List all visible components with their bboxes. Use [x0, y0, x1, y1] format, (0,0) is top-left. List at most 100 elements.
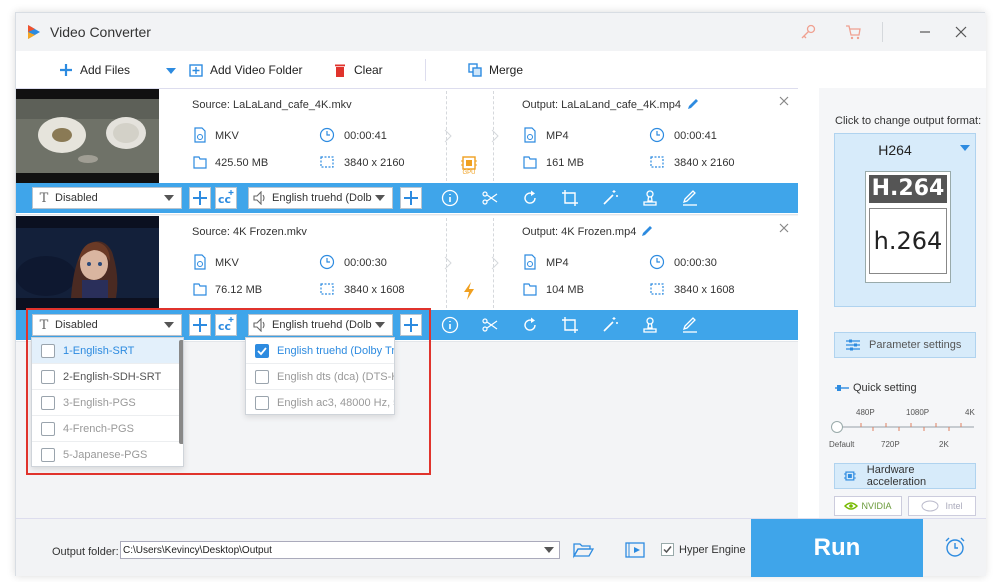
subtitle-edit-icon[interactable]: [681, 189, 699, 207]
resolution-icon: [650, 156, 664, 168]
output-folder-input[interactable]: [120, 541, 560, 559]
output-size: 161 MB: [546, 157, 584, 169]
resolution-icon: [320, 283, 334, 295]
minimize-icon[interactable]: [916, 23, 934, 41]
plus-icon: [193, 191, 207, 205]
format-icon: [194, 127, 206, 143]
output-resolution: 3840 x 2160: [674, 157, 735, 169]
filesize-icon: [193, 283, 207, 296]
arrow-icon: [491, 256, 499, 270]
quick-setting-text: Quick setting: [853, 382, 917, 394]
cafe-thumbnail-image: [16, 89, 159, 183]
plus-icon: [60, 64, 72, 76]
closed-caption-button[interactable]: cc: [215, 187, 237, 209]
add-video-folder-button[interactable]: Add Video Folder: [188, 62, 303, 78]
arrow-icon: [444, 256, 452, 270]
scissors-icon[interactable]: [481, 316, 499, 334]
effects-wand-icon[interactable]: [601, 189, 619, 207]
filesize-icon: [523, 156, 537, 169]
hardware-acceleration-button[interactable]: Hardware acceleration: [834, 463, 976, 489]
output-format: MP4: [546, 130, 569, 142]
subtitle-edit-icon[interactable]: [681, 316, 699, 334]
nvidia-logo-icon: [844, 502, 859, 510]
source-format: MKV: [215, 257, 239, 269]
run-button[interactable]: Run: [751, 519, 923, 577]
rotate-icon[interactable]: [521, 316, 539, 334]
hyper-engine-toggle[interactable]: Hyper Engine: [661, 543, 746, 556]
nvidia-label: NVIDIA: [861, 501, 892, 511]
hyper-engine-label: Hyper Engine: [679, 543, 746, 556]
clear-button[interactable]: Clear: [332, 62, 383, 78]
source-duration: 00:00:30: [344, 257, 387, 269]
chevron-down-icon: [164, 195, 174, 201]
slider-label-bottom: 720P: [881, 440, 900, 449]
hyper-engine-checkbox[interactable]: [661, 543, 674, 556]
format-icon: [194, 254, 206, 270]
parameter-settings-button[interactable]: Parameter settings: [834, 332, 976, 358]
output-format-title: Click to change output format:: [835, 115, 982, 127]
edit-pencil-icon[interactable]: [686, 97, 700, 111]
source-filename: Source: 4K Frozen.mkv: [192, 226, 307, 238]
slider-label-bottom: 2K: [939, 440, 949, 449]
frozen-thumbnail-image: [16, 216, 159, 310]
add-subtitle-button[interactable]: [189, 187, 211, 209]
source-format: MKV: [215, 130, 239, 142]
item-control-bar: T Disabled cc English truehd (Dolb: [16, 183, 798, 213]
info-icon[interactable]: [441, 316, 459, 334]
close-icon[interactable]: [952, 23, 970, 41]
output-folder-dropdown-icon[interactable]: [540, 542, 558, 558]
remove-item-icon[interactable]: [778, 95, 790, 107]
quality-slider-thumb[interactable]: [831, 421, 843, 433]
output-format: MP4: [546, 257, 569, 269]
output-size: 104 MB: [546, 284, 584, 296]
toolbar-separator: [425, 59, 426, 81]
chevron-down-icon: [375, 195, 385, 201]
edit-pencil-icon[interactable]: [640, 224, 654, 238]
slider-label-top: 4K: [965, 408, 975, 417]
hardware-acceleration-label: Hardware acceleration: [866, 464, 927, 488]
video-thumbnail[interactable]: [16, 89, 159, 183]
nvidia-button[interactable]: NVIDIA: [834, 496, 902, 516]
gpu-label: GPU: [462, 170, 476, 176]
source-size: 76.12 MB: [215, 284, 263, 296]
intel-logo-icon: [921, 500, 939, 512]
key-icon[interactable]: [799, 23, 817, 41]
media-library-icon[interactable]: [624, 541, 646, 559]
arrow-icon: [444, 129, 452, 143]
output-resolution: 3840 x 1608: [674, 284, 735, 296]
intel-button[interactable]: Intel: [908, 496, 976, 516]
arrow-icon: [491, 129, 499, 143]
intel-label: Intel: [945, 501, 963, 511]
quick-setting-label: Quick setting: [835, 382, 917, 394]
add-files-dropdown-icon[interactable]: [165, 66, 177, 76]
source-resolution: 3840 x 2160: [344, 157, 405, 169]
cart-icon[interactable]: [844, 23, 862, 41]
audio-track-dropdown[interactable]: English truehd (Dolb: [248, 187, 393, 209]
rotate-icon[interactable]: [521, 189, 539, 207]
slider-label-top: 1080P: [906, 408, 930, 417]
output-format-selector[interactable]: H264 H.264 h.264: [834, 133, 976, 307]
subtitle-dropdown[interactable]: T Disabled: [32, 187, 182, 209]
merge-button[interactable]: Merge: [467, 62, 523, 78]
output-filename: Output: LaLaLand_cafe_4K.mp4: [522, 99, 682, 111]
info-icon[interactable]: [441, 189, 459, 207]
crop-icon[interactable]: [561, 316, 579, 334]
remove-item-icon[interactable]: [778, 222, 790, 234]
clock-icon: [649, 254, 665, 270]
watermark-stamp-icon[interactable]: [641, 189, 659, 207]
add-audio-button[interactable]: [400, 187, 422, 209]
app-logo-icon: [28, 25, 40, 39]
effects-wand-icon[interactable]: [601, 316, 619, 334]
add-files-button[interactable]: Add Files: [58, 62, 130, 78]
open-folder-icon[interactable]: [572, 541, 594, 559]
watermark-stamp-icon[interactable]: [641, 316, 659, 334]
slider-label-bottom: Default: [829, 440, 855, 449]
alarm-clock-icon[interactable]: [943, 535, 967, 559]
scissors-icon[interactable]: [481, 189, 499, 207]
video-thumbnail[interactable]: [16, 216, 159, 310]
output-folder-label: Output folder:: [52, 546, 119, 558]
crop-icon[interactable]: [561, 189, 579, 207]
clock-icon: [319, 254, 335, 270]
source-filename: Source: LaLaLand_cafe_4K.mkv: [192, 99, 352, 111]
h264-logo-frame: h.264: [869, 208, 947, 274]
